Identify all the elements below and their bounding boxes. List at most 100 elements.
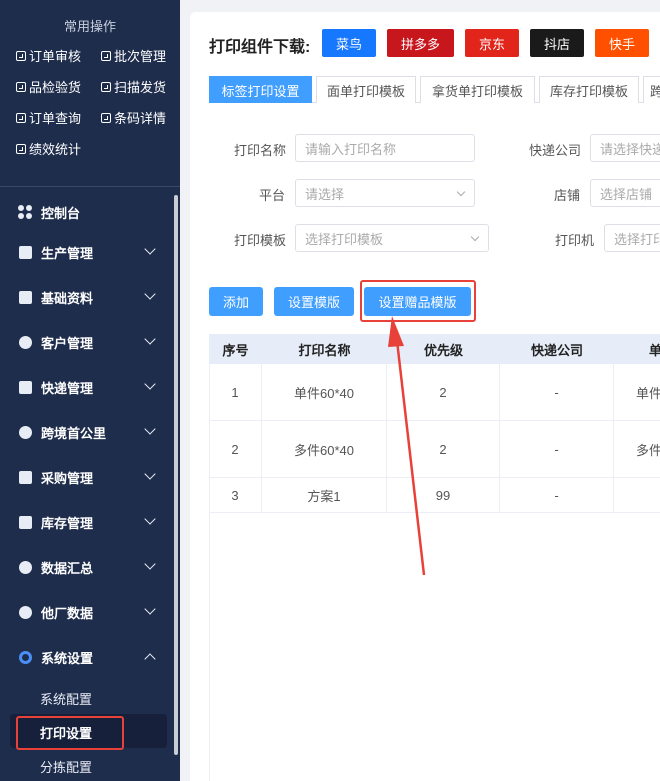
search-doc-icon bbox=[16, 112, 26, 123]
menu-item-express[interactable]: 快递管理 bbox=[0, 372, 172, 402]
chevron-down-icon bbox=[144, 468, 156, 480]
menu-item-data-summary[interactable]: 数据汇总 bbox=[0, 552, 172, 582]
download-kuaishou-button[interactable]: 快手 bbox=[595, 29, 649, 57]
menu-item-label: 跨境首公里 bbox=[41, 425, 107, 441]
chart-icon bbox=[16, 143, 26, 154]
chevron-down-icon bbox=[144, 378, 156, 390]
barcode-icon bbox=[101, 112, 111, 123]
production-icon bbox=[18, 245, 32, 259]
menu-item-customers[interactable]: 客户管理 bbox=[0, 327, 172, 357]
sub-item-sorting-config[interactable]: 分拣配置 bbox=[40, 757, 92, 776]
quick-action-batch[interactable]: 批次管理 bbox=[101, 46, 166, 65]
copy-icon bbox=[101, 50, 111, 61]
chevron-down-icon bbox=[470, 232, 480, 242]
col-header-priority: 优先级 bbox=[387, 334, 500, 364]
common-actions-title: 常用操作 bbox=[63, 19, 116, 34]
menu-item-inventory[interactable]: 库存管理 bbox=[0, 507, 172, 537]
tab-bar: 标签打印设置 面单打印模板 拿货单打印模板 库存打印模板 跨 bbox=[209, 76, 660, 103]
table-cell: - bbox=[500, 478, 614, 513]
menu-item-label: 系统设置 bbox=[41, 650, 94, 666]
sub-item-system-config[interactable]: 系统配置 bbox=[40, 689, 92, 708]
download-jd-button[interactable]: 京东 bbox=[465, 29, 519, 57]
checkbox-icon bbox=[16, 50, 26, 61]
tab-pick-list-template[interactable]: 拿货单打印模板 bbox=[420, 76, 535, 103]
quick-action-label: 条码详情 bbox=[114, 111, 167, 126]
platform-placeholder: 请选择 bbox=[305, 186, 345, 202]
set-template-button[interactable]: 设置模版 bbox=[274, 287, 354, 316]
menu-item-label: 他厂数据 bbox=[41, 605, 94, 621]
menu-item-label: 控制台 bbox=[41, 205, 81, 221]
sidebar-divider bbox=[0, 186, 180, 187]
table-cell: 1 bbox=[209, 364, 262, 421]
quick-action-order-review[interactable]: 订单审核 bbox=[16, 46, 81, 65]
col-header-more: 单 bbox=[614, 334, 660, 364]
download-cainiao-button[interactable]: 菜鸟 bbox=[322, 29, 376, 57]
courier-select[interactable]: 请选择快递 bbox=[590, 134, 660, 162]
menu-item-label: 基础资料 bbox=[41, 290, 94, 306]
menu-item-basic-data[interactable]: 基础资料 bbox=[0, 282, 172, 312]
menu-item-cross-border[interactable]: 跨境首公里 bbox=[0, 417, 172, 447]
table-cell: - bbox=[500, 421, 614, 478]
quick-action-label: 绩效统计 bbox=[29, 142, 82, 157]
table-cell: 99 bbox=[387, 478, 500, 513]
download-title: 打印组件下载: bbox=[209, 39, 311, 56]
database-icon bbox=[18, 290, 32, 304]
platform-select[interactable]: 请选择 bbox=[295, 179, 475, 207]
print-name-label: 打印名称 bbox=[234, 143, 287, 158]
menu-item-label: 库存管理 bbox=[41, 515, 94, 531]
inventory-icon bbox=[18, 515, 32, 529]
table-cell: 方案1 bbox=[262, 478, 387, 513]
quick-action-inspection[interactable]: 品检验货 bbox=[16, 77, 81, 96]
menu-item-dashboard[interactable]: 控制台 bbox=[0, 197, 172, 227]
menu-item-system-settings[interactable]: 系统设置 bbox=[0, 642, 172, 672]
table-cell: 2 bbox=[387, 421, 500, 478]
pie-icon bbox=[18, 560, 32, 574]
tab-more[interactable]: 跨 bbox=[643, 76, 660, 103]
chevron-down-icon bbox=[144, 513, 156, 525]
menu-item-purchasing[interactable]: 采购管理 bbox=[0, 462, 172, 492]
table-cell: 多件 bbox=[614, 421, 660, 478]
add-button[interactable]: 添加 bbox=[209, 287, 263, 316]
shop-select[interactable]: 选择店铺 bbox=[590, 179, 660, 207]
quick-action-performance[interactable]: 绩效统计 bbox=[16, 139, 81, 158]
quick-action-barcode[interactable]: 条码详情 bbox=[101, 108, 166, 127]
chevron-down-icon bbox=[144, 558, 156, 570]
quick-action-order-query[interactable]: 订单查询 bbox=[16, 108, 81, 127]
courier-label: 快递公司 bbox=[529, 143, 582, 158]
download-pdd-button[interactable]: 拼多多 bbox=[387, 29, 454, 57]
printer-select[interactable]: 选择打印 bbox=[604, 224, 660, 252]
tab-label-print-settings[interactable]: 标签打印设置 bbox=[209, 76, 312, 103]
menu-item-production[interactable]: 生产管理 bbox=[0, 237, 172, 267]
template-placeholder: 选择打印模板 bbox=[305, 231, 384, 247]
pie2-icon bbox=[18, 605, 32, 619]
main-panel: 打印组件下载: 菜鸟 拼多多 京东 抖店 快手 标签打印设置 面单打印模板 拿货… bbox=[190, 12, 660, 781]
table-cell bbox=[614, 478, 660, 513]
table-cell: - bbox=[500, 364, 614, 421]
highlight-box-print-settings bbox=[16, 716, 124, 750]
table-cell: 3 bbox=[209, 478, 262, 513]
download-douyin-button[interactable]: 抖店 bbox=[530, 29, 584, 57]
printer-label: 打印机 bbox=[555, 233, 595, 248]
quick-action-label: 批次管理 bbox=[114, 49, 167, 64]
menu-item-label: 采购管理 bbox=[41, 470, 94, 486]
print-name-input[interactable]: 请输入打印名称 bbox=[295, 134, 475, 162]
sidebar-scrollbar[interactable] bbox=[174, 195, 178, 755]
col-header-index: 序号 bbox=[209, 334, 262, 364]
chevron-down-icon bbox=[144, 333, 156, 345]
table-cell: 单件60*40 bbox=[262, 364, 387, 421]
table-cell: 多件60*40 bbox=[262, 421, 387, 478]
image-icon bbox=[16, 81, 26, 92]
highlight-box-gift-template bbox=[360, 280, 476, 322]
quick-action-scan-ship[interactable]: 扫描发货 bbox=[101, 77, 166, 96]
template-select[interactable]: 选择打印模板 bbox=[295, 224, 489, 252]
scan-icon bbox=[101, 81, 111, 92]
shop-label: 店铺 bbox=[554, 188, 581, 203]
menu-item-label: 快递管理 bbox=[41, 380, 94, 396]
tab-waybill-template[interactable]: 面单打印模板 bbox=[316, 76, 416, 103]
chevron-down-icon bbox=[456, 187, 466, 197]
chevron-down-icon bbox=[144, 603, 156, 615]
menu-item-other-factory[interactable]: 他厂数据 bbox=[0, 597, 172, 627]
tab-inventory-template[interactable]: 库存打印模板 bbox=[539, 76, 639, 103]
quick-action-label: 扫描发货 bbox=[114, 80, 167, 95]
users-icon bbox=[18, 335, 32, 349]
